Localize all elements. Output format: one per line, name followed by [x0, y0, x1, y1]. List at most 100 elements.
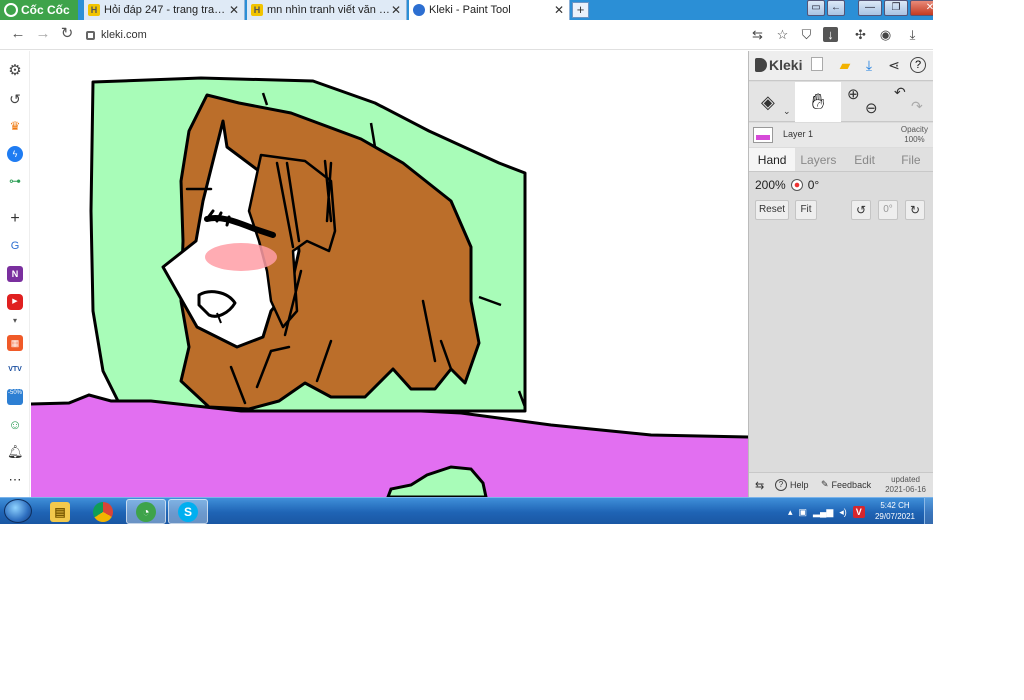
redo-icon[interactable]: ↷	[911, 98, 927, 114]
onenote-icon[interactable]: N	[7, 266, 23, 282]
open-folder-icon[interactable]: ▰	[837, 57, 853, 73]
crown-icon[interactable]: ♛	[7, 118, 23, 134]
bookmark-star-icon[interactable]: ☆	[775, 27, 790, 42]
close-window-icon[interactable]: ✕	[910, 0, 933, 16]
tab-mn-nhin-tranh[interactable]: H mn nhìn tranh viết văn bằng ✕	[247, 0, 407, 20]
taskbar-explorer[interactable]: ▤	[40, 499, 80, 524]
tab-layers[interactable]: Layers	[795, 148, 841, 171]
taskbar-skype[interactable]: S	[168, 499, 208, 524]
extensions-puzzle-icon[interactable]: ✣	[853, 27, 868, 42]
swap-sides-icon[interactable]: ⇆	[755, 479, 764, 492]
extra-window-buttons: ▭ ←	[807, 0, 845, 18]
pencil-icon: ✎	[821, 479, 829, 489]
download-video-icon[interactable]: ↓	[823, 27, 838, 42]
coccoc-icon: ◔	[136, 501, 156, 522]
tray-expand-icon[interactable]: ▴	[788, 507, 793, 518]
fill-tool-button[interactable]: ◈ ⌄	[749, 82, 795, 122]
coccoc-menu-button[interactable]: Cốc Cốc	[0, 0, 78, 20]
tab-hoidap[interactable]: H Hỏi đáp 247 - trang tra loi ✕	[84, 0, 245, 20]
close-tab-icon[interactable]: ✕	[390, 3, 402, 17]
chevron-down-icon[interactable]: ▾	[7, 313, 23, 329]
drawing	[31, 76, 748, 497]
taskbar-chrome[interactable]	[83, 499, 123, 524]
kleki-top-bar: Kleki ▰ ⤓ ⋖ ?	[749, 51, 933, 81]
kleki-tabs: Hand Layers Edit File	[749, 148, 933, 172]
sale-icon[interactable]: -50%	[7, 389, 23, 405]
reset-button[interactable]: Reset	[755, 200, 789, 220]
translate-icon[interactable]: G	[7, 238, 23, 254]
bell-icon[interactable]: 🔔︎	[7, 444, 24, 460]
sale-badge: -50%	[7, 390, 22, 396]
profile-icon[interactable]: ◉	[878, 27, 893, 42]
undo-icon[interactable]: ↶	[894, 84, 910, 100]
shop-icon[interactable]: ▦	[7, 335, 23, 351]
youtube-icon[interactable]: ▶	[7, 294, 23, 310]
opacity-value: 100%	[904, 135, 925, 144]
skype-icon: S	[178, 501, 198, 522]
forward-arrow-icon[interactable]: →	[35, 26, 51, 42]
back-arrow-icon[interactable]: ←	[10, 26, 26, 42]
zoom-out-icon[interactable]: ⊖	[865, 99, 881, 117]
tab-hand[interactable]: Hand	[749, 148, 796, 171]
hand-tool-button[interactable]: ✋︎	[795, 82, 841, 122]
history-icon[interactable]: ↺	[7, 91, 23, 107]
plus-icon[interactable]: +	[7, 211, 23, 227]
translate-page-icon[interactable]: ⇆	[750, 27, 765, 42]
kleki-panel: Kleki ▰ ⤓ ⋖ ? ◈ ⌄ ✋︎ ⊕ ⊖ ↶ ↷ Layer 1 Opa…	[748, 51, 933, 497]
tab-title: Hỏi đáp 247 - trang tra loi	[104, 4, 228, 16]
screenshot-icon[interactable]: ▭	[807, 0, 825, 16]
save-download-icon[interactable]: ⤓	[861, 57, 877, 73]
shield-icon[interactable]: ⛉	[799, 27, 814, 42]
show-desktop-button[interactable]	[924, 498, 933, 524]
current-layer[interactable]: Layer 1 Opacity 100%	[749, 123, 933, 147]
messenger-icon[interactable]: ϟ	[7, 146, 23, 162]
gamepad-icon[interactable]: ⊶	[7, 173, 23, 189]
reload-icon[interactable]: ↻	[59, 26, 75, 42]
chat-icon[interactable]: ☺	[7, 417, 23, 433]
signal-icon[interactable]: ▂▄▆	[813, 507, 833, 518]
clock[interactable]: 5:42 CH 29/07/2021	[872, 500, 918, 522]
tab-bar: Cốc Cốc H Hỏi đáp 247 - trang tra loi ✕ …	[0, 0, 933, 20]
tab-title: mn nhìn tranh viết văn bằng	[267, 4, 390, 16]
feedback-link[interactable]: ✎ Feedback	[821, 479, 871, 490]
angle-button[interactable]: 0°	[878, 200, 898, 220]
start-button[interactable]	[4, 499, 32, 523]
new-tab-button[interactable]: +	[572, 2, 589, 18]
drawing-canvas[interactable]	[31, 51, 748, 497]
new-image-icon[interactable]	[811, 57, 823, 71]
kleki-logo[interactable]: Kleki	[755, 57, 802, 73]
chrome-icon	[93, 501, 113, 522]
hand-icon: ✋︎	[811, 89, 825, 114]
help-link[interactable]: ? Help	[775, 479, 809, 491]
compass-icon	[790, 179, 803, 191]
rotate-right-icon[interactable]: ↻	[905, 200, 925, 220]
tab-file[interactable]: File	[888, 148, 933, 171]
restore-icon[interactable]: ❐	[884, 0, 908, 16]
tab-title: Kleki - Paint Tool	[429, 4, 511, 16]
browser-sidebar: ⚙ ↺ ♛ ϟ ⊶ + G N ▶ ▾ ▦ VTV -50% ☺ 🔔︎ ⋯	[0, 51, 30, 497]
share-icon[interactable]: ⋖	[886, 57, 902, 73]
minimize-icon[interactable]: —	[858, 0, 882, 16]
vtv-icon[interactable]: VTV	[7, 362, 23, 378]
opacity-label: Opacity	[900, 125, 928, 134]
device-icon[interactable]: ▣	[799, 507, 808, 518]
close-tab-icon[interactable]: ✕	[228, 3, 240, 17]
more-icon[interactable]: ⋯	[7, 472, 23, 488]
gear-icon[interactable]: ⚙	[7, 63, 23, 79]
layer-opacity[interactable]: Opacity 100%	[901, 125, 928, 145]
tab-kleki[interactable]: Kleki - Paint Tool ✕	[409, 0, 570, 20]
tab-edit[interactable]: Edit	[842, 148, 888, 171]
taskbar-coccoc[interactable]: ◔	[126, 499, 166, 524]
close-tab-icon[interactable]: ✕	[553, 3, 565, 17]
back-window-icon[interactable]: ←	[827, 0, 845, 16]
url-field[interactable]: kleki.com	[86, 25, 736, 45]
downloads-icon[interactable]: ⤓	[905, 27, 920, 42]
coccoc-logo-icon	[4, 3, 18, 17]
fit-button[interactable]: Fit	[795, 200, 817, 220]
zoom-in-icon[interactable]: ⊕	[847, 85, 863, 103]
layer-thumbnail	[753, 127, 773, 143]
rotate-left-icon[interactable]: ↺	[851, 200, 871, 220]
vietkey-icon[interactable]: V	[852, 506, 865, 518]
volume-icon[interactable]: ◂)	[839, 507, 847, 518]
help-icon[interactable]: ?	[910, 57, 926, 73]
